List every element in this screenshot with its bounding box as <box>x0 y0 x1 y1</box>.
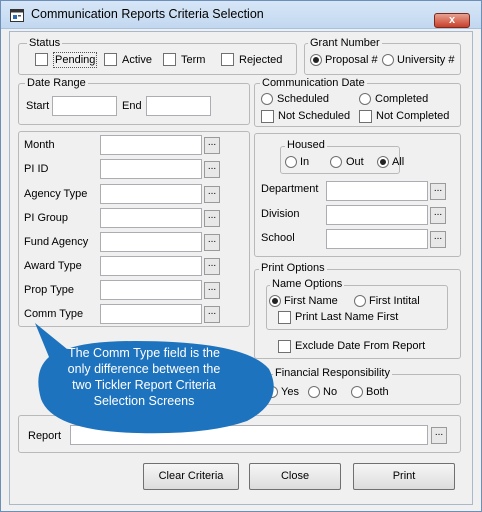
pi-id-lookup-button[interactable]: ... <box>204 161 220 178</box>
university-number-radio[interactable] <box>382 54 394 66</box>
pi-group-input[interactable] <box>100 208 202 228</box>
app-icon <box>10 9 24 22</box>
school-lookup-button[interactable]: ... <box>430 231 446 248</box>
status-group-caption: Status <box>27 37 63 50</box>
not-completed-checkbox[interactable] <box>359 110 372 123</box>
proposal-number-label: Proposal # <box>325 54 378 66</box>
field-label-pi-group: PI Group <box>24 212 69 224</box>
housed-in-radio[interactable] <box>285 156 297 168</box>
end-date-label: End <box>122 100 142 112</box>
close-icon: x <box>448 14 456 26</box>
status-term-label: Term <box>181 54 206 66</box>
school-input[interactable] <box>326 229 428 249</box>
exclude-date-checkbox[interactable] <box>278 340 291 353</box>
completed-radio[interactable] <box>359 93 371 105</box>
not-scheduled-label: Not Scheduled <box>278 110 351 122</box>
university-number-label: University # <box>397 54 455 66</box>
housed-out-label: Out <box>346 156 364 168</box>
housed-all-radio[interactable] <box>377 156 389 168</box>
fund-agency-lookup-button[interactable]: ... <box>204 234 220 251</box>
end-date-input[interactable] <box>146 96 211 116</box>
financial-yes-label: Yes <box>281 386 299 398</box>
field-label-month: Month <box>24 139 55 151</box>
agency-type-input[interactable] <box>100 184 202 204</box>
proposal-number-radio[interactable] <box>310 54 322 66</box>
school-label: School <box>261 232 295 244</box>
close-window-button[interactable]: x <box>434 13 470 28</box>
selected-dot-icon <box>380 159 386 165</box>
first-initial-radio[interactable] <box>354 295 366 307</box>
callout-text: The Comm Type field is the only differen… <box>67 346 221 408</box>
clear-criteria-button[interactable]: Clear Criteria <box>143 463 239 490</box>
status-active-checkbox[interactable] <box>104 53 117 66</box>
housed-in-label: In <box>300 156 310 168</box>
field-label-prop-type: Prop Type <box>24 284 74 296</box>
division-input[interactable] <box>326 205 428 225</box>
scheduled-label: Scheduled <box>277 93 329 105</box>
title-bar: Communication Reports Criteria Selection… <box>1 1 481 29</box>
field-label-award-type: Award Type <box>24 260 82 272</box>
prop-type-lookup-button[interactable]: ... <box>204 282 220 299</box>
close-button-label: Close <box>280 470 310 482</box>
not-completed-label: Not Completed <box>376 110 450 122</box>
report-lookup-button[interactable]: ... <box>431 427 447 444</box>
field-label-pi-id: PI ID <box>24 163 49 175</box>
status-pending-label: Pending <box>53 52 98 68</box>
status-rejected-label: Rejected <box>239 54 283 66</box>
financial-no-label: No <box>323 386 338 398</box>
financial-responsibility-caption: Financial Responsibility <box>273 367 392 380</box>
division-lookup-button[interactable]: ... <box>430 207 446 224</box>
department-label: Department <box>261 183 319 195</box>
selected-dot-icon <box>313 57 319 63</box>
not-scheduled-checkbox[interactable] <box>261 110 274 123</box>
grant-number-caption: Grant Number <box>308 37 382 50</box>
housed-out-radio[interactable] <box>330 156 342 168</box>
close-button[interactable]: Close <box>249 463 341 490</box>
financial-no-radio[interactable] <box>308 386 320 398</box>
window-title: Communication Reports Criteria Selection <box>31 7 264 21</box>
clear-criteria-label: Clear Criteria <box>158 470 224 482</box>
housed-caption: Housed <box>285 139 327 152</box>
month-lookup-button[interactable]: ... <box>204 137 220 154</box>
print-options-caption: Print Options <box>259 262 327 275</box>
department-input[interactable] <box>326 181 428 201</box>
financial-both-radio[interactable] <box>351 386 363 398</box>
print-button-label: Print <box>392 470 416 482</box>
field-label-fund-agency: Fund Agency <box>24 236 89 248</box>
first-name-radio[interactable] <box>269 295 281 307</box>
month-input[interactable] <box>100 135 202 155</box>
status-term-checkbox[interactable] <box>163 53 176 66</box>
financial-both-label: Both <box>366 386 389 398</box>
selected-dot-icon <box>272 298 278 304</box>
status-rejected-checkbox[interactable] <box>221 53 234 66</box>
prop-type-input[interactable] <box>100 280 202 300</box>
division-label: Division <box>261 208 300 220</box>
pi-id-input[interactable] <box>100 159 202 179</box>
status-pending-checkbox[interactable] <box>35 53 48 66</box>
first-name-label: First Name <box>284 295 338 307</box>
start-date-label: Start <box>26 100 50 112</box>
field-label-comm-type: Comm Type <box>24 308 84 320</box>
exclude-date-label: Exclude Date From Report <box>295 340 426 352</box>
fund-agency-input[interactable] <box>100 232 202 252</box>
name-options-caption: Name Options <box>270 278 345 291</box>
communication-date-caption: Communication Date <box>260 77 367 90</box>
print-last-name-first-label: Print Last Name First <box>295 311 399 323</box>
agency-type-lookup-button[interactable]: ... <box>204 186 220 203</box>
award-type-lookup-button[interactable]: ... <box>204 258 220 275</box>
first-initial-label: First Intital <box>369 295 420 307</box>
completed-label: Completed <box>375 93 429 105</box>
award-type-input[interactable] <box>100 256 202 276</box>
scheduled-radio[interactable] <box>261 93 273 105</box>
criteria-selection-window: Communication Reports Criteria Selection… <box>0 0 482 512</box>
print-button[interactable]: Print <box>353 463 455 490</box>
print-last-name-first-checkbox[interactable] <box>278 311 291 324</box>
pi-group-lookup-button[interactable]: ... <box>204 210 220 227</box>
department-lookup-button[interactable]: ... <box>430 183 446 200</box>
date-range-caption: Date Range <box>25 77 88 90</box>
housed-all-label: All <box>392 156 405 168</box>
field-label-agency-type: Agency Type <box>24 188 88 200</box>
start-date-input[interactable] <box>52 96 117 116</box>
status-active-label: Active <box>122 54 152 66</box>
